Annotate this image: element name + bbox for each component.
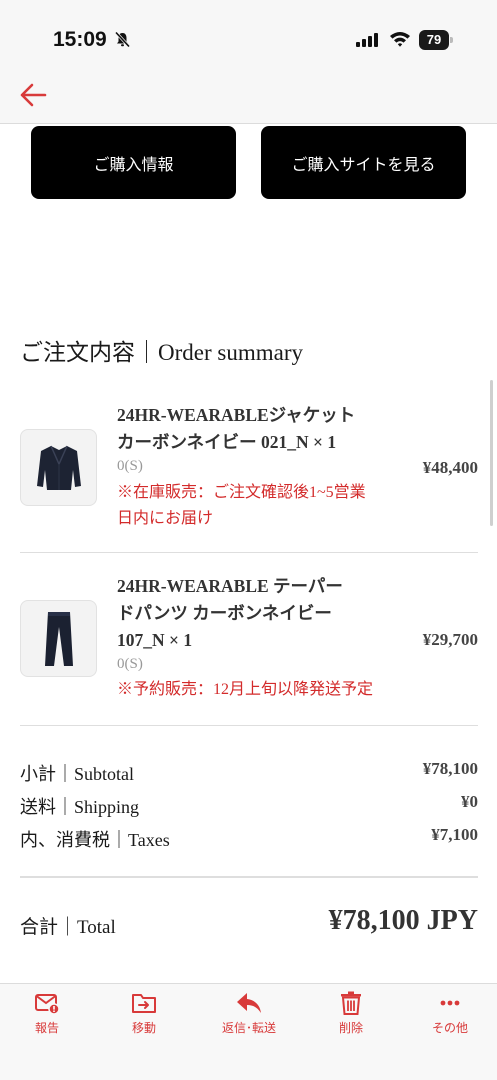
item-variant: 0(S) [117, 458, 143, 474]
summary-divider [20, 876, 478, 878]
item-price: ¥29,700 [422, 630, 478, 649]
reply-forward-label: 返信･転送 [221, 1021, 276, 1035]
wifi-icon [390, 32, 410, 47]
item-note-line1: ※予約販売：12月上旬以降発送予定 [117, 681, 374, 698]
scrollbar[interactable] [490, 380, 493, 526]
battery-tip [450, 37, 453, 43]
status-bar: 15:09 79 [0, 0, 497, 70]
order-item[interactable]: 24HR-WEARABLE テーパー ドパンツ カーボンネイビー 107_N ×… [20, 570, 478, 710]
bell-slash-icon [114, 31, 131, 48]
subtotal-label: 小計｜Subtotal [20, 764, 135, 784]
item-name-line2: カーボンネイビー 021_N × 1 [117, 432, 337, 452]
battery-indicator: 79 [419, 30, 453, 50]
delete-label: 削除 [338, 1021, 363, 1035]
mail-toolbar: 報告 移動 返信･転送 削除 その他 [0, 983, 497, 1080]
reply-arrow-icon [237, 993, 261, 1013]
trash-icon [341, 991, 361, 1015]
delete-button[interactable]: 削除 [311, 990, 391, 1036]
item-price: ¥48,400 [422, 458, 478, 477]
report-button[interactable]: 報告 [7, 990, 87, 1036]
move-button[interactable]: 移動 [104, 990, 184, 1036]
shipping-label: 送料｜Shipping [20, 797, 140, 817]
item-name-line3: 107_N × 1 [117, 630, 193, 650]
taxes-label: 内、消費税｜Taxes [20, 830, 170, 850]
item-name-line2: ドパンツ カーボンネイビー [117, 603, 332, 623]
total-value: ¥78,100 JPY [328, 905, 478, 936]
jacket-thumbnail [20, 429, 97, 506]
taxes-value: ¥7,100 [431, 825, 478, 844]
item-name-line1: 24HR-WEARABLEジャケット [117, 405, 356, 425]
reply-forward-button[interactable]: 返信･転送 [209, 990, 289, 1036]
back-arrow-icon[interactable] [18, 82, 48, 108]
shipping-value: ¥0 [461, 792, 478, 811]
subtotal-value: ¥78,100 [422, 759, 478, 778]
total-label: 合計｜Total [20, 917, 116, 938]
pants-image [44, 611, 73, 666]
nav-bar [0, 70, 497, 124]
cellular-signal-icon [356, 33, 378, 47]
battery-level: 79 [419, 30, 449, 50]
view-purchase-site-button[interactable]: ご購入サイトを見る [261, 126, 466, 199]
purchase-info-button[interactable]: ご購入情報 [31, 126, 236, 199]
status-time: 15:09 [53, 28, 107, 51]
more-button[interactable]: その他 [410, 990, 490, 1036]
item-divider [20, 552, 478, 553]
item-divider [20, 725, 478, 726]
move-folder-icon [132, 994, 156, 1013]
move-label: 移動 [131, 1021, 156, 1035]
order-summary-title: ご注文内容｜Order summary [20, 340, 303, 365]
report-mail-icon [35, 994, 60, 1015]
order-item[interactable]: 24HR-WEARABLEジャケット カーボンネイビー 021_N × 1 0(… [20, 400, 478, 540]
item-name-line1: 24HR-WEARABLE テーパー [117, 576, 343, 596]
report-label: 報告 [34, 1021, 59, 1035]
item-note-line2: 日内にお届け [117, 510, 214, 527]
item-note-line1: ※在庫販売：ご注文確認後1~5営業 [117, 484, 366, 501]
more-label: その他 [431, 1021, 468, 1035]
item-variant: 0(S) [117, 656, 143, 672]
pants-thumbnail [20, 600, 97, 677]
more-dots-icon [440, 1000, 460, 1006]
jacket-image [36, 445, 81, 490]
